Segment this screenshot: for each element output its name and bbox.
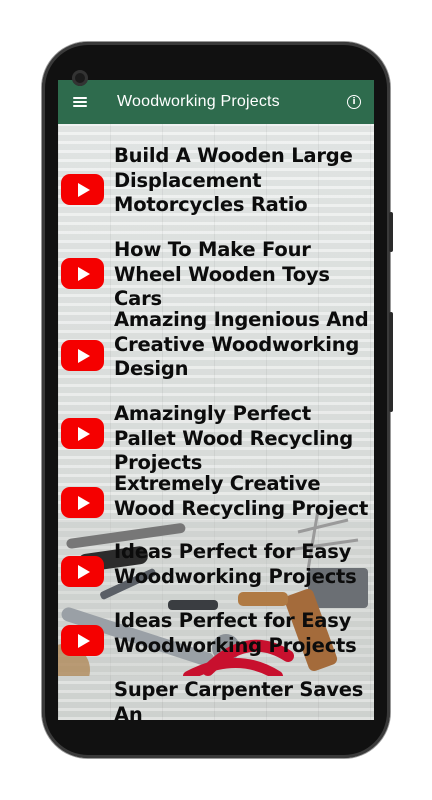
app-title: Woodworking Projects xyxy=(117,93,280,110)
app-screen: Woodworking Projects i Build A Wooden La… xyxy=(58,80,374,720)
hamburger-menu-icon xyxy=(73,97,87,107)
video-title[interactable]: Build A Wooden Large Displacement Motorc… xyxy=(114,144,372,218)
youtube-play-icon[interactable] xyxy=(61,625,104,656)
video-title[interactable]: Ideas Perfect for Easy Woodworking Proje… xyxy=(114,609,372,658)
youtube-play-icon[interactable] xyxy=(61,418,104,449)
app-toolbar: Woodworking Projects i xyxy=(58,80,374,124)
youtube-play-icon[interactable] xyxy=(61,258,104,289)
youtube-play-icon[interactable] xyxy=(61,556,104,587)
volume-button xyxy=(389,212,393,252)
menu-button[interactable] xyxy=(58,80,102,124)
youtube-play-icon[interactable] xyxy=(61,174,104,205)
info-icon: i xyxy=(347,95,361,109)
video-title[interactable]: Amazing Ingenious And Creative Woodworki… xyxy=(114,308,372,382)
power-button xyxy=(389,312,393,412)
youtube-play-icon[interactable] xyxy=(61,487,104,518)
video-title[interactable]: Amazingly Perfect Pallet Wood Recycling … xyxy=(114,402,372,476)
video-title[interactable]: Super Carpenter Saves An xyxy=(114,678,372,720)
video-title[interactable]: Extremely Creative Wood Recycling Projec… xyxy=(114,472,372,521)
video-title[interactable]: How To Make Four Wheel Wooden Toys Cars xyxy=(114,238,372,312)
video-title[interactable]: Ideas Perfect for Easy Woodworking Proje… xyxy=(114,540,372,589)
info-button[interactable]: i xyxy=(334,80,374,124)
youtube-play-icon[interactable] xyxy=(61,340,104,371)
front-camera xyxy=(72,70,88,86)
